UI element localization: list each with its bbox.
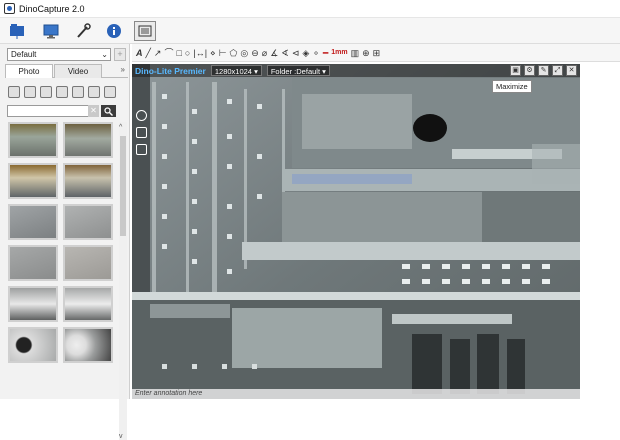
calibrate-tool-icon[interactable]: ⊲ (292, 48, 300, 58)
title-bar: DinoCapture 2.0 (0, 0, 620, 18)
right-margin (580, 64, 620, 399)
maximize-icon[interactable]: ⤢ (552, 65, 563, 76)
resolution-value: 1280x1024 (214, 67, 252, 76)
text-tool-icon[interactable]: A (136, 48, 143, 58)
line-tool-icon[interactable]: ╱ (146, 48, 151, 58)
polyline-tool-icon[interactable]: ⋄ (210, 48, 216, 58)
line-color-icon[interactable]: ━ (323, 48, 328, 58)
viewer-controls: ▣ ⚙ ✎ ⤢ ✕ (510, 65, 577, 76)
drawing-toolbar: A ╱ ↗ ⌒ □ ○ |↔| ⋄ ⊢ ⬠ ◎ ⊖ ⌀ ∡ ∢ ⊲ ◈ ⚬ ━ … (132, 44, 620, 62)
print-icon[interactable] (88, 86, 100, 98)
folder-value: Folder :Default (270, 67, 321, 76)
tag-icon[interactable] (8, 86, 20, 98)
left-panel: Default ⌄ + Photo Video » ✕ ^ v (0, 44, 130, 440)
app-logo-icon (4, 3, 15, 14)
rotate-icon[interactable] (72, 86, 84, 98)
grid-icon[interactable]: ▥ (351, 48, 360, 58)
device-brand: Dino-Lite Premier (135, 65, 206, 76)
thumbnail-image[interactable] (8, 122, 58, 158)
file-actions-row (8, 84, 128, 100)
search-input[interactable] (7, 105, 97, 117)
folder-dropdown[interactable]: Folder :Default ▾ (266, 65, 330, 76)
chevron-down-icon[interactable]: v (119, 433, 123, 440)
pen-icon[interactable]: ✎ (538, 65, 549, 76)
copy-icon[interactable] (24, 86, 36, 98)
record-icon[interactable] (136, 127, 147, 138)
thumbnail-image[interactable] (63, 122, 113, 158)
thumbnail-image[interactable] (8, 204, 58, 240)
thumbnail-image[interactable] (63, 245, 113, 281)
info-icon[interactable] (103, 21, 125, 41)
thumbnail-image[interactable] (8, 245, 58, 281)
viewer-side-tools (136, 110, 147, 155)
overlay-icon[interactable]: ⊞ (373, 48, 381, 58)
window-title: DinoCapture 2.0 (19, 3, 85, 14)
profile-dropdown[interactable]: Default ⌄ (7, 48, 111, 61)
camera-settings-icon[interactable]: ⚙ (524, 65, 535, 76)
rectangle-tool-icon[interactable]: □ (176, 48, 181, 58)
thumbnail-image[interactable] (63, 163, 113, 199)
thumbnail-image[interactable] (63, 327, 113, 363)
search-button[interactable] (101, 105, 116, 117)
thumbnail-image[interactable] (8, 286, 58, 322)
live-view[interactable]: Dino-Lite Premier 1280x1024 ▾ Folder :De… (132, 64, 580, 399)
chevron-down-icon: ⌄ (101, 50, 108, 59)
email-icon[interactable] (56, 86, 68, 98)
circle-center-tool-icon[interactable]: ◎ (240, 48, 248, 58)
annotation-input[interactable]: Enter annotation here (132, 389, 580, 399)
thumbnail-scrollbar[interactable]: ^ v (119, 122, 127, 440)
arrow-tool-icon[interactable]: ↗ (154, 48, 162, 58)
resolution-dropdown[interactable]: 1280x1024 ▾ (210, 65, 262, 76)
distance-tool-icon[interactable]: |↔| (193, 48, 207, 58)
thumbnail-image[interactable] (63, 286, 113, 322)
close-icon[interactable]: ✕ (566, 65, 577, 76)
concentric-tool-icon[interactable]: ⌀ (262, 48, 267, 58)
photo-thumbnails (6, 122, 118, 412)
thumbnail-image[interactable] (8, 163, 58, 199)
search-icon (104, 106, 113, 116)
angle-three-point-icon[interactable]: ∢ (281, 48, 289, 58)
save-icon[interactable] (40, 86, 52, 98)
trash-icon[interactable] (104, 86, 116, 98)
close-panel-icon[interactable]: » (121, 65, 125, 74)
zoom-icon[interactable]: ⊕ (362, 48, 370, 58)
thumbnail-image[interactable] (63, 204, 113, 240)
thumbnail-image[interactable] (8, 327, 58, 363)
tab-video[interactable]: Video (54, 64, 102, 78)
media-tabs: Photo Video » (5, 64, 128, 78)
angle-tool-icon[interactable]: ∡ (270, 48, 278, 58)
full-screen-icon[interactable]: ▣ (510, 65, 521, 76)
display-icon[interactable] (40, 21, 62, 41)
snapshot-folder-icon[interactable] (6, 21, 28, 41)
capture-window-icon[interactable] (134, 21, 156, 41)
timer-icon[interactable] (136, 144, 147, 155)
parallel-tool-icon[interactable]: ⊢ (219, 48, 227, 58)
microscope-image (132, 64, 580, 399)
profile-value: Default (11, 50, 37, 59)
dropdown-icon[interactable]: ⚬ (312, 48, 320, 58)
chevron-up-icon[interactable]: ^ (119, 124, 122, 131)
scale-bar-icon[interactable]: 1mm (331, 48, 347, 58)
snapshot-icon[interactable] (136, 110, 147, 121)
tools-icon[interactable] (72, 21, 94, 41)
tab-photo[interactable]: Photo (5, 64, 53, 78)
circle-diameter-tool-icon[interactable]: ⊖ (251, 48, 259, 58)
scrollbar-thumb[interactable] (120, 136, 126, 236)
polygon-tool-icon[interactable]: ⬠ (230, 48, 238, 58)
main-toolbar (0, 18, 620, 44)
settings-tool-icon[interactable]: ◈ (302, 48, 309, 58)
arc-tool-icon[interactable]: ⌒ (164, 48, 173, 58)
ellipse-tool-icon[interactable]: ○ (185, 48, 190, 58)
add-profile-button[interactable]: + (114, 48, 126, 61)
clear-search-button[interactable]: ✕ (88, 105, 99, 117)
maximize-tooltip: Maximize (492, 80, 532, 93)
